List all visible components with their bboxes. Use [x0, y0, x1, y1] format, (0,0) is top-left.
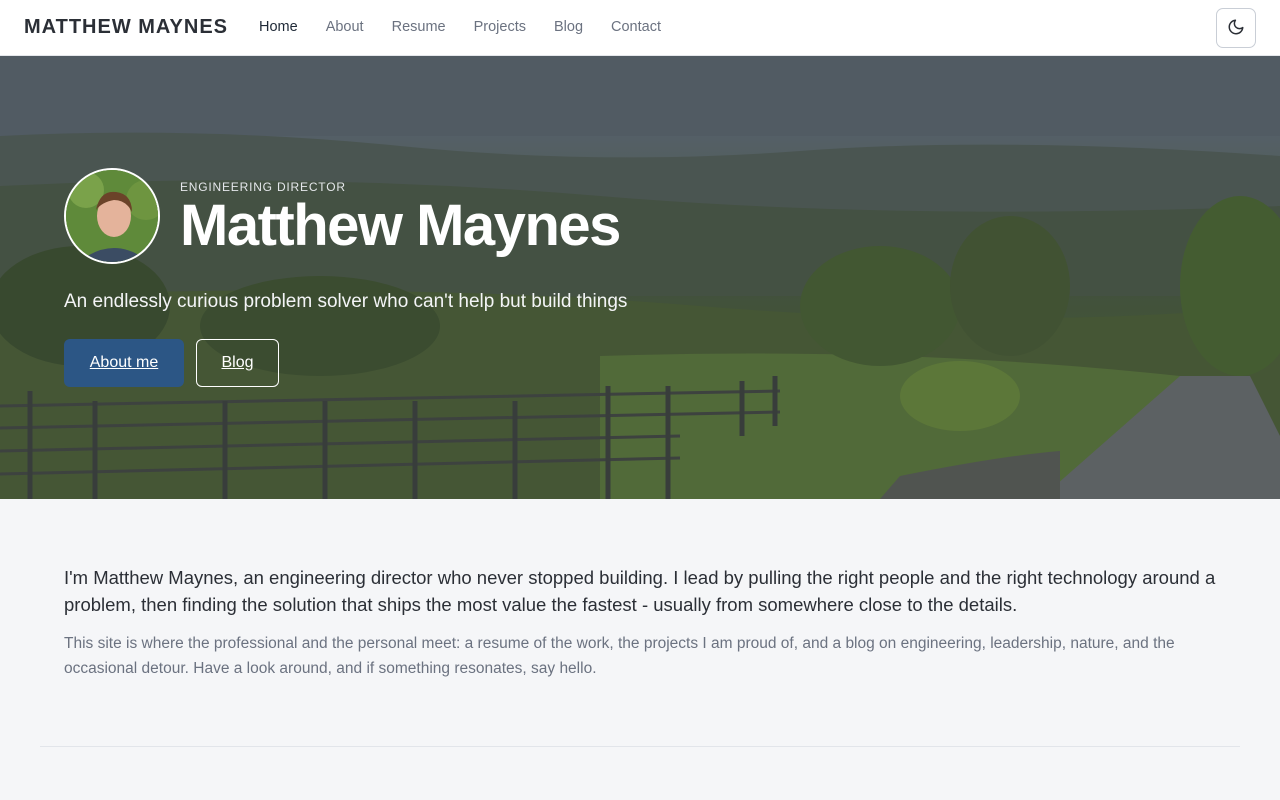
nav-contact[interactable]: Contact [611, 19, 661, 35]
nav-home[interactable]: Home [259, 19, 298, 35]
nav-about[interactable]: About [326, 19, 364, 35]
nav-projects[interactable]: Projects [474, 19, 526, 35]
avatar [64, 168, 160, 264]
intro-section: I'm Matthew Maynes, an engineering direc… [64, 564, 1216, 681]
about-me-button[interactable]: About me [64, 339, 184, 387]
intro-lead: I'm Matthew Maynes, an engineering direc… [64, 567, 1216, 615]
blog-button[interactable]: Blog [196, 339, 279, 387]
nav-blog[interactable]: Blog [554, 19, 583, 35]
hero-title: Matthew Maynes [180, 193, 621, 258]
intro-body: This site is where the professional and … [64, 635, 1175, 677]
hero-overlay [0, 56, 1280, 499]
section-divider [40, 746, 1240, 747]
hero-section: ENGINEERING DIRECTOR Matthew Maynes An e… [0, 56, 1280, 499]
site-brand[interactable]: MATTHEW MAYNES [24, 16, 228, 39]
top-navbar: MATTHEW MAYNES Home About Resume Project… [0, 0, 1280, 56]
nav-resume[interactable]: Resume [392, 19, 446, 35]
theme-toggle-button[interactable] [1216, 8, 1256, 48]
main-nav: Home About Resume Projects Blog Contact [259, 19, 689, 35]
hero-tagline: An endlessly curious problem solver who … [64, 291, 628, 312]
moon-icon [1227, 18, 1245, 39]
